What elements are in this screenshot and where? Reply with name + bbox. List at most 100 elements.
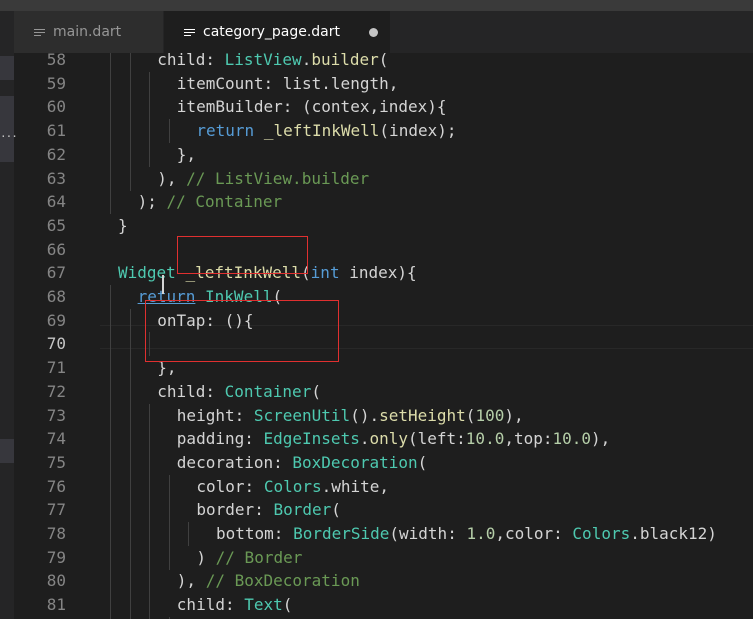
line-number: 58 [46, 53, 66, 69]
indent-guide [129, 545, 131, 570]
line-number: 77 [46, 500, 66, 520]
line-number: 76 [46, 476, 66, 496]
side-panel-marker [0, 439, 14, 463]
indent-guide [149, 569, 151, 594]
code-token: ), [591, 429, 611, 449]
code-line[interactable]: 79) // Border [14, 545, 753, 570]
tab-category-page-dart[interactable]: category_page.dart [164, 11, 390, 53]
code-token: return [196, 121, 264, 141]
code-token: Border [273, 500, 332, 520]
code-text: bottom: BorderSide(width: 1.0,color: Col… [216, 522, 717, 546]
code-token: } [118, 215, 128, 235]
code-line[interactable]: 59 itemCount: list.length, [14, 71, 753, 96]
indent-guide [149, 593, 151, 618]
code-token: bottom: [216, 524, 294, 543]
indent-guide [129, 142, 131, 167]
code-line[interactable]: 72 child: Container( [14, 379, 753, 404]
indent-guide [168, 498, 170, 523]
indent-guide [110, 569, 111, 594]
code-text: child: Text( [177, 593, 293, 617]
code-text: ), // BoxDecoration [177, 569, 360, 593]
code-token: ( [282, 595, 293, 615]
code-line[interactable]: 70 [14, 332, 753, 357]
code-token: Colors [572, 524, 631, 543]
indent-guide [110, 95, 111, 120]
indent-guide [188, 522, 190, 546]
indent-guide [149, 142, 151, 167]
indent-guide [129, 119, 131, 144]
code-line[interactable]: 66 [14, 238, 753, 262]
title-bar-strip [0, 0, 753, 11]
code-token: (width: [389, 524, 467, 543]
code-token: height: [176, 405, 254, 425]
indent-guide [129, 522, 131, 546]
line-number: 61 [46, 121, 66, 141]
tab-main-dart[interactable]: main.dart [14, 11, 163, 53]
indent-guide [129, 593, 131, 618]
indent-guide [110, 545, 111, 570]
code-token: Text [244, 595, 283, 615]
code-line[interactable]: 71}, [14, 356, 753, 381]
code-token: builder [311, 53, 379, 69]
code-token: .black12) [630, 524, 717, 543]
indent-guide [110, 522, 111, 546]
code-line[interactable]: 77 border: Border( [14, 498, 753, 523]
code-token: . [301, 53, 312, 69]
code-line[interactable]: 69 onTap: (){ [14, 308, 753, 333]
code-token: ( [417, 452, 428, 472]
code-text: border: Border( [196, 498, 341, 522]
code-line[interactable]: 81 child: Text( [14, 593, 753, 618]
indent-guide [149, 71, 151, 96]
unsaved-changes-dot-icon[interactable] [369, 28, 378, 37]
line-number: 62 [46, 144, 66, 164]
code-line[interactable]: 58 child: ListView.builder( [14, 53, 753, 72]
code-line[interactable]: 76 color: Colors.white, [14, 474, 753, 499]
code-line[interactable]: 60 itemBuilder: (contex,index){ [14, 95, 753, 120]
code-token: int [310, 263, 340, 283]
code-line[interactable]: 62}, [14, 142, 753, 167]
indent-guide [110, 403, 111, 428]
tab-label: main.dart [53, 24, 122, 40]
code-line[interactable]: 74 padding: EdgeInsets.only(left:10.0,top… [14, 427, 753, 452]
code-line[interactable]: 78 bottom: BorderSide(width: 1.0,color: C… [14, 522, 753, 546]
code-token: ,top: [504, 429, 553, 449]
code-line[interactable]: 68 return InkWell( [14, 285, 753, 309]
tab-label: category_page.dart [203, 24, 340, 40]
code-token: }, [176, 144, 197, 164]
code-line[interactable]: 80), // BoxDecoration [14, 569, 753, 594]
code-editor[interactable]: 58 child: ListView.builder( 59 itemCount: l… [14, 53, 753, 619]
code-line[interactable]: 75 decoration: BoxDecoration( [14, 450, 753, 475]
code-line[interactable]: 73 height: ScreenUtil().setHeight(100), [14, 403, 753, 428]
code-line[interactable]: 64); // Container [14, 190, 753, 215]
code-token: only [369, 429, 408, 449]
indent-guide [110, 53, 111, 72]
indent-guide [129, 403, 131, 428]
code-token: 100 [475, 405, 505, 425]
indent-guide [110, 593, 111, 618]
indent-guide [110, 356, 111, 381]
code-token: ), [504, 405, 524, 425]
code-line[interactable]: 61 return _leftInkWell(index); [14, 119, 753, 144]
indent-guide [110, 190, 111, 215]
highlight-box [177, 236, 308, 274]
code-token: ), [176, 571, 206, 591]
code-line[interactable]: 63), // ListView.builder [14, 166, 753, 191]
code-line[interactable]: 65} [14, 214, 753, 238]
code-text: child: ListView.builder( [157, 53, 388, 72]
code-token: ( [331, 500, 341, 520]
indent-guide [129, 427, 131, 452]
indent-guide [149, 119, 151, 144]
line-number: 59 [46, 73, 66, 93]
more-icon[interactable]: ... [0, 127, 18, 140]
indent-guide [129, 569, 131, 594]
code-line[interactable]: 67 Widget _leftInkWell(int index){ [14, 261, 753, 285]
line-number: 72 [46, 381, 66, 401]
code-token: itemCount: list.length, [176, 73, 399, 93]
code-token: child: [157, 381, 225, 401]
code-text: color: Colors.white, [196, 475, 389, 499]
indent-guide [149, 522, 151, 546]
code-token: (index); [379, 121, 457, 141]
line-number: 64 [46, 192, 66, 212]
text-cursor [162, 275, 164, 294]
indent-guide [129, 498, 131, 523]
